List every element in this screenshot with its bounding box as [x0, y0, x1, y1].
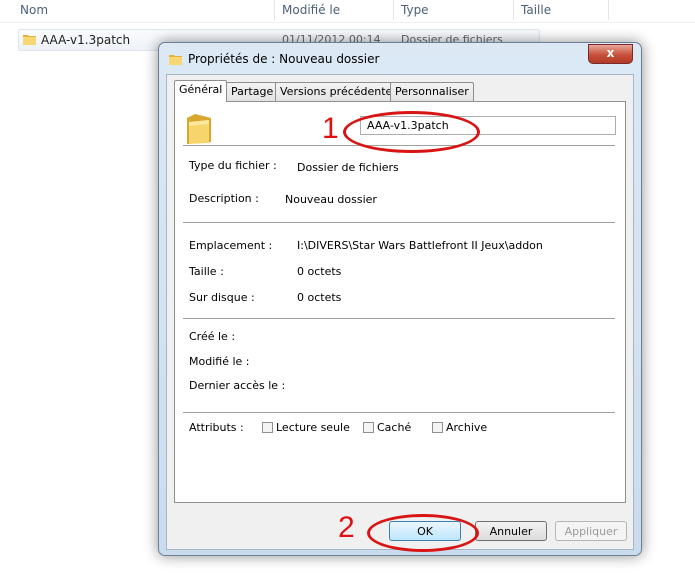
column-name[interactable]: Nom — [20, 3, 48, 17]
checkbox-box[interactable] — [432, 422, 443, 433]
modified-label: Modifié le : — [189, 355, 250, 368]
dialog-title: Propriétés de : Nouveau dossier — [188, 52, 380, 66]
close-button[interactable]: x — [588, 44, 633, 64]
hidden-checkbox[interactable]: Caché — [363, 421, 411, 434]
folder-icon — [23, 35, 36, 45]
hidden-label: Caché — [377, 421, 412, 434]
column-type[interactable]: Type — [401, 3, 429, 17]
column-header-bar: Nom Modifié le Type Taille — [0, 0, 695, 23]
close-icon: x — [606, 46, 615, 60]
column-size[interactable]: Taille — [521, 3, 551, 17]
tab-previous-versions[interactable]: Versions précédentes — [275, 82, 404, 101]
tab-page-general: AAA-v1.3patch Type du fichier : Dossier … — [174, 101, 626, 503]
column-divider[interactable] — [274, 0, 275, 20]
type-label: Type du fichier : — [189, 159, 277, 172]
ondisk-label: Sur disque : — [189, 291, 255, 304]
readonly-label: Lecture seule — [276, 421, 350, 434]
ondisk-value: 0 octets — [297, 291, 342, 304]
annotation-number-2: 2 — [338, 511, 355, 544]
column-divider[interactable] — [513, 0, 514, 20]
checkbox-box[interactable] — [363, 422, 374, 433]
attributes-label: Attributs : — [189, 421, 244, 434]
cancel-button[interactable]: Annuler — [475, 521, 547, 541]
readonly-checkbox[interactable]: Lecture seule — [262, 421, 350, 434]
column-divider[interactable] — [608, 0, 609, 20]
divider — [183, 412, 615, 413]
type-value: Dossier de fichiers — [297, 161, 399, 174]
size-value: 0 octets — [297, 265, 342, 278]
annotation-ring-name-field — [343, 111, 480, 153]
column-modified[interactable]: Modifié le — [282, 3, 340, 17]
created-label: Créé le : — [189, 330, 236, 343]
location-value: I:\DIVERS\Star Wars Battlefront II Jeux\… — [297, 239, 543, 252]
annotation-number-1: 1 — [322, 112, 339, 145]
description-value: Nouveau dossier — [285, 193, 377, 206]
divider — [183, 222, 615, 223]
file-name: AAA-v1.3patch — [41, 33, 131, 47]
folder-icon — [187, 114, 211, 144]
checkbox-box[interactable] — [262, 422, 273, 433]
archive-label: Archive — [446, 421, 488, 434]
apply-button[interactable]: Appliquer — [555, 521, 627, 541]
folder-icon — [169, 55, 182, 65]
location-label: Emplacement : — [189, 239, 273, 252]
size-label: Taille : — [189, 265, 224, 278]
tab-sharing[interactable]: Partage — [226, 82, 279, 101]
tab-general[interactable]: Général — [174, 80, 228, 102]
tab-customize[interactable]: Personnaliser — [390, 82, 474, 101]
column-divider[interactable] — [393, 0, 394, 20]
description-label: Description : — [189, 192, 259, 205]
divider — [183, 318, 615, 319]
annotation-ring-ok-button — [367, 514, 479, 552]
accessed-label: Dernier accès le : — [189, 379, 286, 392]
archive-checkbox[interactable]: Archive — [432, 421, 487, 434]
